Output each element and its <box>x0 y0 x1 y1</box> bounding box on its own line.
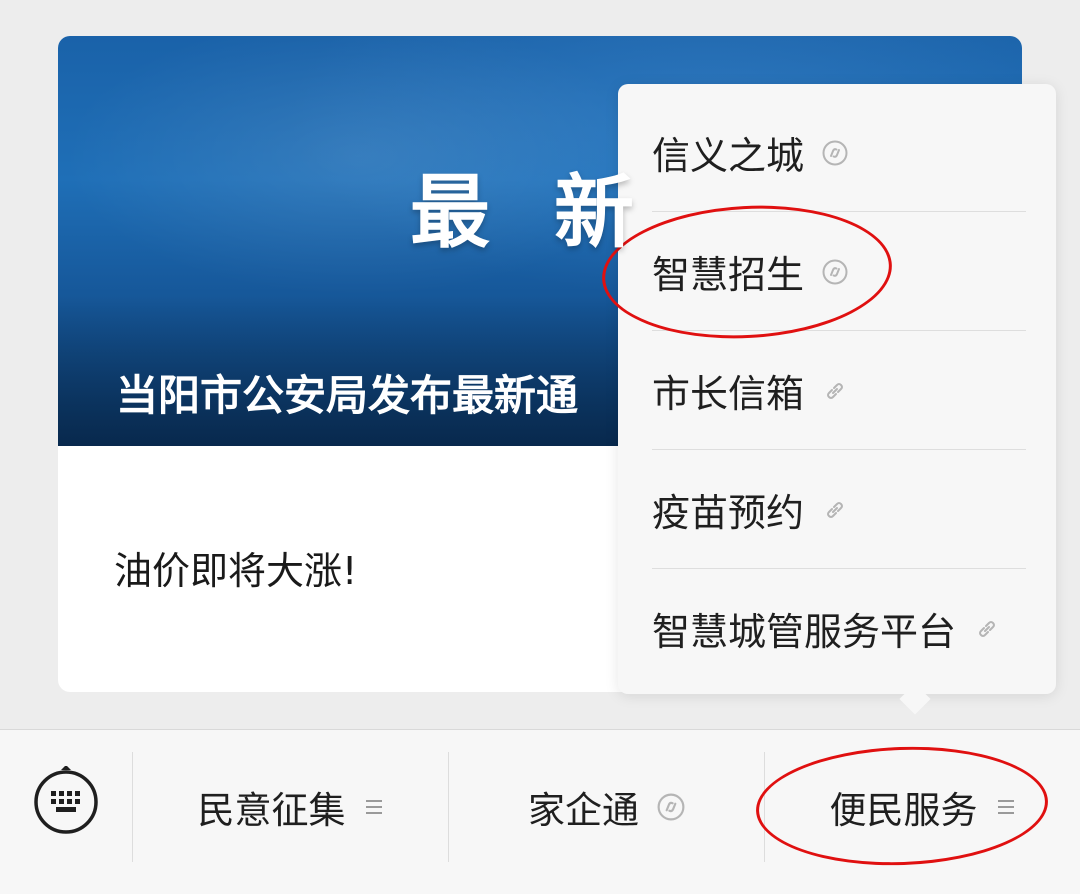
menu-item-urban-management[interactable]: 智慧城管服务平台 <box>652 569 1026 688</box>
banner-headline: 最新 <box>410 166 698 259</box>
menu-item-label: 疫苗预约 <box>652 491 805 535</box>
keyboard-icon[interactable] <box>32 765 100 834</box>
menu-item-label: 智慧城管服务平台 <box>652 610 957 654</box>
menu-item-vaccine-booking[interactable]: 疫苗预约 <box>652 450 1026 569</box>
menu-icon <box>364 798 384 816</box>
link-icon <box>974 616 1000 642</box>
mini-program-icon <box>657 793 685 821</box>
mini-program-icon <box>822 140 848 166</box>
menu-item-label: 市长信箱 <box>652 372 805 416</box>
article-title[interactable]: 油价即将大涨! <box>114 540 357 595</box>
tab-label: 家企通 <box>528 789 639 832</box>
tab-public-opinion[interactable]: 民意征集 <box>133 730 448 884</box>
tab-home-enterprise[interactable]: 家企通 <box>449 730 764 884</box>
tab-label: 民意征集 <box>197 789 346 832</box>
link-icon <box>822 497 848 523</box>
link-icon <box>822 378 848 404</box>
menu-item-xinyi-city[interactable]: 信义之城 <box>652 93 1026 212</box>
menu-item-mayor-mailbox[interactable]: 市长信箱 <box>652 331 1026 450</box>
banner-caption: 当阳市公安局发布最新通 <box>116 371 579 420</box>
